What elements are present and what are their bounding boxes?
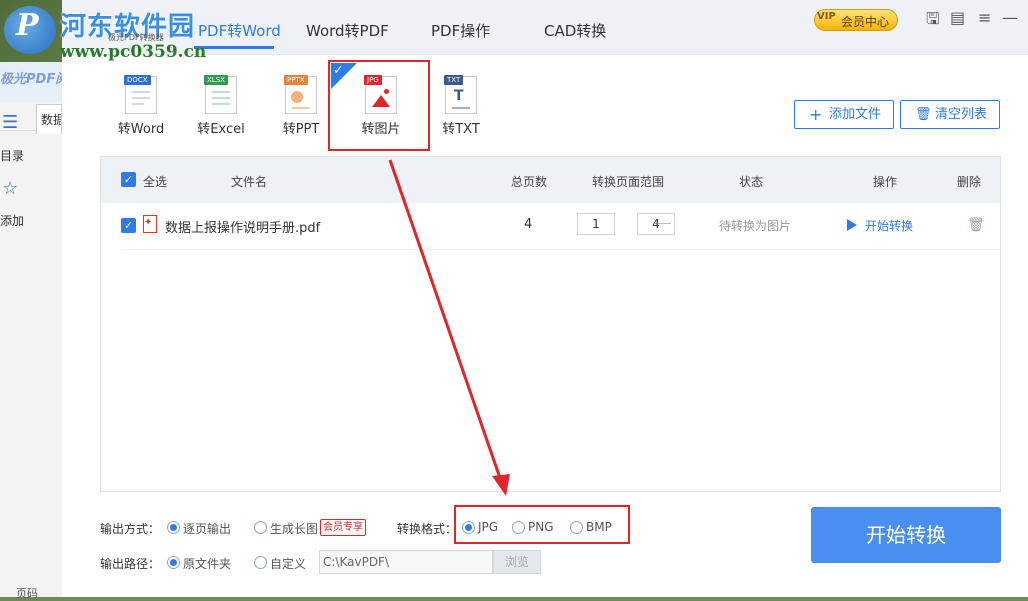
row-start-convert-link[interactable]: 开始转换 (865, 217, 913, 234)
pdf-converter-dialog: PDF转Word Word转PDF PDF操作 CAD转换 VIP 会员中心 🖫… (62, 0, 1028, 597)
watermark-logo-letter: P (16, 8, 39, 43)
radio-custom-path[interactable] (254, 556, 267, 569)
format-to-excel[interactable]: XLSX 转Excel (186, 72, 256, 142)
monitor-icon[interactable]: 🖫 (926, 8, 940, 35)
tab-pdf-operations[interactable]: PDF操作 (431, 20, 490, 41)
format-label-txt: 转TXT (442, 122, 480, 137)
delete-row-icon[interactable]: 🗑 (967, 217, 985, 233)
radio-per-page[interactable] (167, 521, 180, 534)
format-to-ppt[interactable]: PPTX 转PPT (266, 72, 336, 142)
word-doc-icon: DOCX (124, 75, 157, 114)
tab-word-to-pdf[interactable]: Word转PDF (306, 20, 389, 41)
radio-label-custom-path[interactable]: 自定义 (270, 555, 306, 572)
header-total-pages: 总页数 (511, 175, 548, 189)
header-delete: 删除 (957, 175, 982, 189)
status-text: 待转换为图片 (719, 219, 792, 233)
star-icon[interactable]: ☆ (2, 178, 18, 199)
format-label: 转换格式： (397, 522, 458, 536)
txt-doc-icon: TXT T (444, 75, 477, 114)
header-file-name: 文件名 (231, 175, 268, 189)
vip-center-label: 会员中心 (841, 15, 890, 29)
format-label-excel: 转Excel (197, 122, 245, 137)
background-doc-tab[interactable]: 数据 (36, 104, 62, 134)
table-header: ✓ 全选 文件名 总页数 转换页面范围 状态 操作 删除 (101, 157, 1000, 203)
sidebar-divider (0, 130, 36, 131)
sidebar-item-add[interactable]: 添加 (0, 212, 24, 229)
header-select-all: 全选 (143, 175, 168, 189)
minimize-icon[interactable]: — (1002, 8, 1018, 27)
vip-center-button[interactable]: VIP 会员中心 (814, 9, 898, 31)
format-to-word[interactable]: DOCX 转Word (106, 72, 176, 142)
vip-only-badge: 会员专享 (320, 519, 366, 536)
watermark-url: www.pc0359.cn (60, 42, 207, 62)
format-label-word: 转Word (117, 122, 165, 137)
radio-label-original-folder[interactable]: 原文件夹 (183, 555, 231, 572)
row-checkbox[interactable]: ✓ (121, 218, 136, 233)
top-navigation-bar: PDF转Word Word转PDF PDF操作 CAD转换 VIP 会员中心 🖫… (62, 0, 1028, 55)
table-row: ✓ ✦ 数据上报操作说明手册.pdf 4 1 4 待转换为图片 开始转换 🗑 (121, 203, 1000, 250)
excel-doc-icon: XLSX (204, 75, 237, 114)
format-to-txt[interactable]: TXT T 转TXT (426, 72, 496, 142)
plus-icon: + (809, 105, 823, 124)
check-icon: ✓ (333, 63, 344, 78)
output-path-input[interactable]: C:\KavPDF\ (319, 550, 493, 574)
add-file-button[interactable]: + 添加文件 (794, 100, 894, 129)
range-end-input[interactable]: 4 (637, 213, 675, 235)
browse-button[interactable]: 浏览 (493, 550, 541, 574)
output-mode-label: 输出方式： (100, 522, 161, 536)
pdf-file-icon: ✦ (143, 215, 157, 233)
clear-list-button[interactable]: 🗑 清空列表 (900, 100, 1000, 129)
tab-cad-convert[interactable]: CAD转换 (544, 20, 606, 41)
header-operation: 操作 (873, 175, 898, 189)
trash-icon: 🗑 (915, 107, 932, 122)
annotation-frame-format (454, 505, 630, 544)
format-label-ppt: 转PPT (282, 122, 320, 137)
play-icon[interactable] (847, 219, 857, 231)
radio-label-per-page[interactable]: 逐页输出 (183, 520, 231, 537)
file-table: ✓ 全选 文件名 总页数 转换页面范围 状态 操作 删除 ✓ ✦ 数据上报操作说… (100, 156, 1001, 492)
start-convert-button[interactable]: 开始转换 (811, 507, 1001, 563)
message-icon[interactable]: ▤ (950, 8, 965, 27)
radio-original-folder[interactable] (167, 556, 180, 569)
radio-label-long-image[interactable]: 生成长图 (270, 520, 318, 537)
crown-icon: VIP (817, 11, 836, 22)
file-name: 数据上报操作说明手册.pdf (165, 221, 321, 236)
select-all-checkbox[interactable]: ✓ (121, 172, 136, 187)
background-app-sidebar (0, 62, 63, 597)
header-page-range: 转换页面范围 (592, 175, 665, 189)
tab-pdf-to-word[interactable]: PDF转Word (198, 20, 281, 41)
sidebar-item-toc[interactable]: 目录 (0, 147, 24, 164)
menu-icon[interactable]: ≡ (978, 8, 991, 27)
range-start-input[interactable]: 1 (577, 213, 615, 235)
output-path-label: 输出路径： (100, 557, 161, 571)
header-status: 状态 (739, 175, 764, 189)
total-pages: 4 (524, 217, 533, 232)
ppt-doc-icon: PPTX (284, 75, 317, 114)
background-app-title: 极光PDF阅 (0, 72, 69, 87)
page-number-label: 页码 (16, 587, 38, 600)
radio-long-image[interactable] (254, 521, 267, 534)
